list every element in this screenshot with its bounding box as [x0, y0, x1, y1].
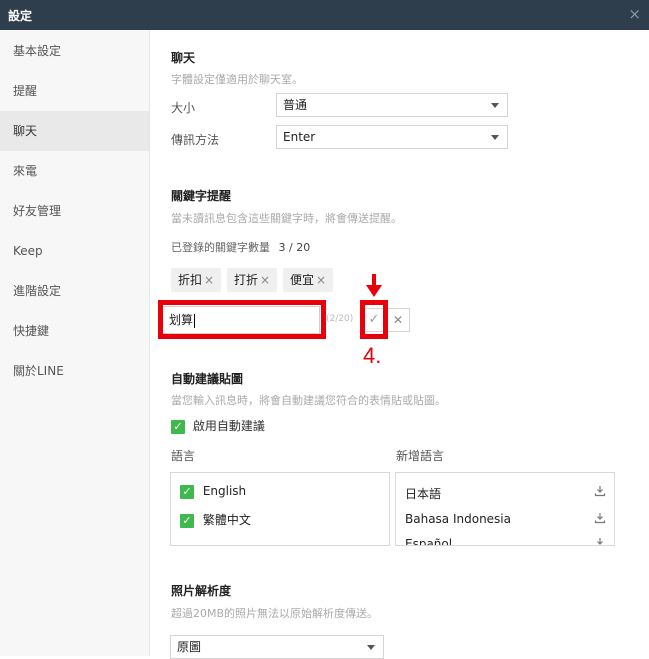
sidebar-item-friends[interactable]: 好友管理: [0, 191, 149, 231]
section-title-stickers: 自動建議貼圖: [171, 372, 244, 386]
close-icon[interactable]: ×: [628, 5, 641, 23]
selected-languages-list: ✓ English ✓ 繁體中文: [170, 472, 390, 546]
photo-desc: 超過20MB的照片無法以原始解析度傳送。: [171, 607, 379, 620]
send-method-select[interactable]: Enter: [276, 125, 508, 149]
sidebar-item-advanced[interactable]: 進階設定: [0, 271, 149, 311]
language-label: English: [202, 484, 247, 498]
cancel-keyword-button[interactable]: ✕: [386, 308, 410, 332]
download-icon[interactable]: [594, 512, 606, 524]
keyword-tag-label: 折扣: [178, 273, 203, 287]
section-title-keywords: 關鍵字提醒: [171, 189, 232, 203]
font-note: 字體設定僅適用於聊天室。: [171, 73, 303, 86]
close-icon: ✕: [392, 313, 404, 327]
size-select[interactable]: 普通: [276, 93, 508, 117]
chevron-down-icon: [491, 135, 499, 140]
title-bar: 設定 ×: [0, 0, 649, 30]
sidebar-item-notifications[interactable]: 提醒: [0, 71, 149, 111]
sidebar-item-about[interactable]: 關於LINE: [0, 351, 149, 391]
download-icon[interactable]: [594, 485, 606, 497]
chevron-down-icon: [491, 103, 499, 108]
checkmark-icon: ✓: [171, 419, 185, 434]
available-language-item: 日本語: [405, 487, 442, 501]
send-method-label: 傳訊方法: [171, 133, 220, 147]
stickers-desc: 當您輸入訊息時，將會自動建議您符合的表情貼或貼圖。: [171, 394, 446, 407]
keyword-char-count: (2/20): [326, 314, 354, 324]
add-languages-label: 新增語言: [396, 449, 445, 463]
download-icon[interactable]: [594, 537, 606, 546]
arrow-down-icon: [366, 274, 382, 297]
keyword-tag: 打折 ×: [227, 268, 277, 292]
keyword-count-row: 已登錄的關鍵字數量 3 / 20: [171, 239, 310, 255]
available-language-item: Bahasa Indonesia: [405, 512, 511, 526]
sidebar-item-basic[interactable]: 基本設定: [0, 31, 149, 71]
keyword-tag-label: 便宜: [290, 273, 315, 287]
enable-suggestions-checkbox[interactable]: ✓ 啟用自動建議: [171, 417, 265, 434]
highlight-confirm-box: [360, 300, 388, 339]
sidebar: 基本設定 提醒 聊天 來電 好友管理 Keep 進階設定 快捷鍵 關於LINE: [0, 30, 150, 656]
highlight-input-box: [158, 300, 326, 339]
remove-tag-icon[interactable]: ×: [316, 273, 326, 287]
checkmark-icon: ✓: [180, 484, 194, 499]
checkmark-icon: ✓: [180, 513, 194, 528]
window-title: 設定: [8, 9, 33, 23]
keyword-tag: 折扣 ×: [171, 268, 221, 292]
size-label: 大小: [171, 101, 196, 115]
sidebar-item-calls[interactable]: 來電: [0, 151, 149, 191]
keyword-tag: 便宜 ×: [283, 268, 333, 292]
keyword-tag-label: 打折: [234, 273, 259, 287]
remove-tag-icon[interactable]: ×: [204, 273, 214, 287]
language-item[interactable]: ✓ English: [180, 484, 246, 499]
chevron-down-icon: [367, 645, 375, 650]
send-method-value: Enter: [283, 130, 316, 144]
keyword-count-label: 已登錄的關鍵字數量: [171, 241, 270, 254]
sidebar-item-shortcuts[interactable]: 快捷鍵: [0, 311, 149, 351]
sidebar-item-chat[interactable]: 聊天: [0, 111, 149, 151]
photo-resolution-value: 原圖: [177, 640, 202, 654]
photo-resolution-select[interactable]: 原圖: [170, 635, 384, 659]
section-title-chat: 聊天: [171, 51, 196, 65]
available-language-item: Español: [405, 537, 453, 546]
enable-suggestions-label: 啟用自動建議: [192, 419, 265, 433]
section-title-photo: 照片解析度: [171, 584, 232, 598]
settings-panel: 聊天 字體設定僅適用於聊天室。 大小 普通 傳訊方法 Enter 關鍵字提醒 當…: [150, 30, 649, 659]
keyword-count-value: 3 / 20: [278, 241, 311, 254]
language-label: 繁體中文: [202, 513, 251, 527]
languages-label: 語言: [171, 449, 196, 463]
size-select-value: 普通: [283, 98, 308, 112]
language-item[interactable]: ✓ 繁體中文: [180, 511, 251, 528]
keywords-desc: 當未讀訊息包含這些關鍵字時，將會傳送提醒。: [171, 212, 402, 225]
remove-tag-icon[interactable]: ×: [260, 273, 270, 287]
step-annotation: 4.: [363, 343, 382, 368]
available-languages-list: 日本語 Bahasa Indonesia Español: [395, 472, 615, 546]
sidebar-item-keep[interactable]: Keep: [0, 231, 149, 271]
